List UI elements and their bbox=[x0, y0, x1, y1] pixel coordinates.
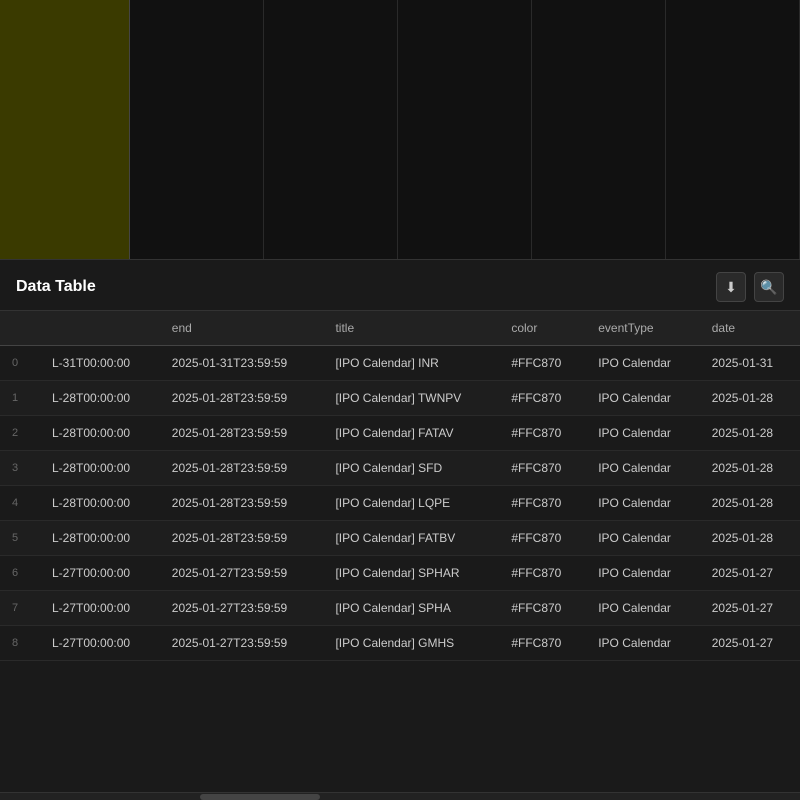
cell-row_num-3: 3 bbox=[0, 451, 40, 486]
table-row: 6L-27T00:00:002025-01-27T23:59:59[IPO Ca… bbox=[0, 556, 800, 591]
cell-title-6: [IPO Calendar] SPHAR bbox=[323, 556, 499, 591]
cell-date-2: 2025-01-28 bbox=[700, 416, 800, 451]
cell-eventType-1: IPO Calendar bbox=[586, 381, 700, 416]
cell-title-3: [IPO Calendar] SFD bbox=[323, 451, 499, 486]
col-header-title: title bbox=[323, 311, 499, 346]
cell-start-2: L-28T00:00:00 bbox=[40, 416, 160, 451]
cell-end-7: 2025-01-27T23:59:59 bbox=[160, 591, 324, 626]
cell-eventType-6: IPO Calendar bbox=[586, 556, 700, 591]
col-header-color: color bbox=[499, 311, 586, 346]
cell-color-3: #FFC870 bbox=[499, 451, 586, 486]
cell-date-7: 2025-01-27 bbox=[700, 591, 800, 626]
col-header-end: end bbox=[160, 311, 324, 346]
cell-color-5: #FFC870 bbox=[499, 521, 586, 556]
col-header-rownum bbox=[0, 311, 40, 346]
cell-end-1: 2025-01-28T23:59:59 bbox=[160, 381, 324, 416]
data-table: end title color eventType date 0L-31T00:… bbox=[0, 311, 800, 661]
cell-title-4: [IPO Calendar] LQPE bbox=[323, 486, 499, 521]
table-row: 4L-28T00:00:002025-01-28T23:59:59[IPO Ca… bbox=[0, 486, 800, 521]
cell-row_num-5: 5 bbox=[0, 521, 40, 556]
cell-row_num-7: 7 bbox=[0, 591, 40, 626]
table-row: 3L-28T00:00:002025-01-28T23:59:59[IPO Ca… bbox=[0, 451, 800, 486]
cell-eventType-7: IPO Calendar bbox=[586, 591, 700, 626]
cell-eventType-8: IPO Calendar bbox=[586, 626, 700, 661]
cell-start-8: L-27T00:00:00 bbox=[40, 626, 160, 661]
col-header-start bbox=[40, 311, 160, 346]
table-header-row: end title color eventType date bbox=[0, 311, 800, 346]
cell-row_num-0: 0 bbox=[0, 346, 40, 381]
chart-left-block bbox=[0, 0, 130, 259]
cell-start-1: L-28T00:00:00 bbox=[40, 381, 160, 416]
cell-end-2: 2025-01-28T23:59:59 bbox=[160, 416, 324, 451]
search-button[interactable]: 🔍 bbox=[754, 272, 784, 302]
cell-row_num-4: 4 bbox=[0, 486, 40, 521]
cell-date-3: 2025-01-28 bbox=[700, 451, 800, 486]
table-row: 0L-31T00:00:002025-01-31T23:59:59[IPO Ca… bbox=[0, 346, 800, 381]
download-button[interactable]: ⬇ bbox=[716, 272, 746, 302]
cell-start-6: L-27T00:00:00 bbox=[40, 556, 160, 591]
cell-start-0: L-31T00:00:00 bbox=[40, 346, 160, 381]
data-table-actions: ⬇ 🔍 bbox=[716, 272, 784, 302]
cell-color-0: #FFC870 bbox=[499, 346, 586, 381]
cell-start-4: L-28T00:00:00 bbox=[40, 486, 160, 521]
chart-col-1 bbox=[130, 0, 264, 259]
cell-row_num-2: 2 bbox=[0, 416, 40, 451]
cell-date-5: 2025-01-28 bbox=[700, 521, 800, 556]
table-row: 2L-28T00:00:002025-01-28T23:59:59[IPO Ca… bbox=[0, 416, 800, 451]
cell-date-4: 2025-01-28 bbox=[700, 486, 800, 521]
cell-title-1: [IPO Calendar] TWNPV bbox=[323, 381, 499, 416]
col-header-eventtype: eventType bbox=[586, 311, 700, 346]
cell-end-8: 2025-01-27T23:59:59 bbox=[160, 626, 324, 661]
cell-end-4: 2025-01-28T23:59:59 bbox=[160, 486, 324, 521]
cell-color-4: #FFC870 bbox=[499, 486, 586, 521]
cell-date-1: 2025-01-28 bbox=[700, 381, 800, 416]
cell-end-5: 2025-01-28T23:59:59 bbox=[160, 521, 324, 556]
cell-eventType-5: IPO Calendar bbox=[586, 521, 700, 556]
cell-eventType-4: IPO Calendar bbox=[586, 486, 700, 521]
cell-row_num-6: 6 bbox=[0, 556, 40, 591]
horizontal-scrollbar[interactable] bbox=[0, 792, 800, 800]
cell-end-6: 2025-01-27T23:59:59 bbox=[160, 556, 324, 591]
cell-title-7: [IPO Calendar] SPHA bbox=[323, 591, 499, 626]
chart-col-3 bbox=[398, 0, 532, 259]
cell-start-3: L-28T00:00:00 bbox=[40, 451, 160, 486]
table-wrapper[interactable]: end title color eventType date 0L-31T00:… bbox=[0, 311, 800, 792]
cell-color-2: #FFC870 bbox=[499, 416, 586, 451]
cell-eventType-0: IPO Calendar bbox=[586, 346, 700, 381]
table-row: 7L-27T00:00:002025-01-27T23:59:59[IPO Ca… bbox=[0, 591, 800, 626]
cell-start-7: L-27T00:00:00 bbox=[40, 591, 160, 626]
cell-eventType-2: IPO Calendar bbox=[586, 416, 700, 451]
cell-title-2: [IPO Calendar] FATAV bbox=[323, 416, 499, 451]
cell-color-1: #FFC870 bbox=[499, 381, 586, 416]
table-row: 1L-28T00:00:002025-01-28T23:59:59[IPO Ca… bbox=[0, 381, 800, 416]
cell-start-5: L-28T00:00:00 bbox=[40, 521, 160, 556]
chart-col-2 bbox=[264, 0, 398, 259]
cell-title-5: [IPO Calendar] FATBV bbox=[323, 521, 499, 556]
cell-date-6: 2025-01-27 bbox=[700, 556, 800, 591]
cell-color-8: #FFC870 bbox=[499, 626, 586, 661]
data-table-header: Data Table ⬇ 🔍 bbox=[0, 260, 800, 311]
chart-area bbox=[0, 0, 800, 260]
scrollbar-thumb[interactable] bbox=[200, 794, 320, 800]
cell-color-7: #FFC870 bbox=[499, 591, 586, 626]
cell-title-8: [IPO Calendar] GMHS bbox=[323, 626, 499, 661]
col-header-date: date bbox=[700, 311, 800, 346]
cell-end-0: 2025-01-31T23:59:59 bbox=[160, 346, 324, 381]
cell-row_num-8: 8 bbox=[0, 626, 40, 661]
table-row: 5L-28T00:00:002025-01-28T23:59:59[IPO Ca… bbox=[0, 521, 800, 556]
chart-col-4 bbox=[532, 0, 666, 259]
data-table-title: Data Table bbox=[16, 278, 96, 296]
table-row: 8L-27T00:00:002025-01-27T23:59:59[IPO Ca… bbox=[0, 626, 800, 661]
cell-date-0: 2025-01-31 bbox=[700, 346, 800, 381]
cell-color-6: #FFC870 bbox=[499, 556, 586, 591]
cell-date-8: 2025-01-27 bbox=[700, 626, 800, 661]
data-table-section: Data Table ⬇ 🔍 end title color eventType… bbox=[0, 260, 800, 800]
cell-end-3: 2025-01-28T23:59:59 bbox=[160, 451, 324, 486]
cell-title-0: [IPO Calendar] INR bbox=[323, 346, 499, 381]
chart-col-5 bbox=[666, 0, 800, 259]
cell-eventType-3: IPO Calendar bbox=[586, 451, 700, 486]
cell-row_num-1: 1 bbox=[0, 381, 40, 416]
